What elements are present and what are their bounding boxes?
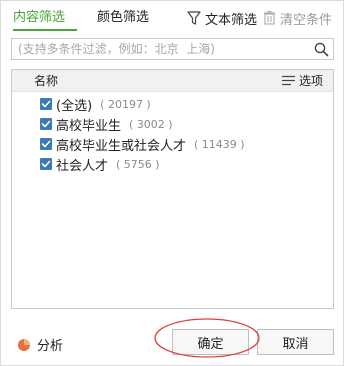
ok-button[interactable]: 确定 xyxy=(172,329,249,355)
options-label: 选项 xyxy=(298,74,323,88)
analyze-label: 分析 xyxy=(37,339,64,354)
list-item-count: ( 20197 ) xyxy=(100,97,151,111)
search-button[interactable] xyxy=(309,39,333,59)
search-box xyxy=(11,38,334,60)
list-item-label: 社会人才 xyxy=(56,158,109,174)
checkmark-icon xyxy=(41,120,51,128)
list-item[interactable]: 高校毕业生或社会人才 ( 11439 ) xyxy=(12,134,333,154)
tab-content-filter[interactable]: 内容筛选 xyxy=(13,9,77,31)
list-options-icon xyxy=(281,75,295,86)
clear-conditions-label: 清空条件 xyxy=(280,12,333,28)
list-rows: (全选) ( 20197 ) 高校毕业生 ( 3002 ) 高校毕业生或社会人才… xyxy=(12,92,333,174)
options-button[interactable]: 选项 xyxy=(281,72,323,89)
ok-button-label: 确定 xyxy=(197,336,224,352)
tab-color-filter[interactable]: 颜色筛选 xyxy=(97,9,153,31)
funnel-icon xyxy=(187,11,201,25)
analyze-button[interactable]: 分析 xyxy=(17,335,63,354)
clear-conditions-button[interactable]: 清空条件 xyxy=(263,7,332,29)
checkbox[interactable] xyxy=(40,158,52,170)
checkmark-icon xyxy=(41,100,51,108)
checkbox[interactable] xyxy=(40,138,52,150)
list-item-count: ( 3002 ) xyxy=(129,117,173,131)
search-input[interactable] xyxy=(12,39,309,59)
list-item-label: (全选) xyxy=(56,98,93,114)
cancel-button[interactable]: 取消 xyxy=(257,329,334,355)
cancel-button-label: 取消 xyxy=(282,336,309,352)
text-filter-label: 文本筛选 xyxy=(205,12,258,28)
list-item[interactable]: (全选) ( 20197 ) xyxy=(12,94,333,114)
checkbox[interactable] xyxy=(40,98,52,110)
list-item-label: 高校毕业生或社会人才 xyxy=(56,138,187,154)
list-item[interactable]: 高校毕业生 ( 3002 ) xyxy=(12,114,333,134)
column-name-label: 名称 xyxy=(34,74,59,88)
value-list: 名称 选项 (全选) ( 20197 ) 高校毕业生 (3002) 高校毕业… xyxy=(11,69,334,309)
list-item[interactable]: 社会人才 ( 5756 ) xyxy=(12,154,333,174)
list-item-count: ( 5756 ) xyxy=(116,157,160,171)
checkbox[interactable] xyxy=(40,118,52,130)
list-item-count: ( 11439 ) xyxy=(194,137,245,151)
pie-chart-icon xyxy=(18,338,30,351)
tab-content-filter-label: 内容筛选 xyxy=(13,10,66,25)
list-item-label: 高校毕业生 xyxy=(56,118,122,134)
checkmark-icon xyxy=(41,160,51,168)
list-header: 名称 选项 xyxy=(12,70,333,92)
tab-color-filter-label: 颜色筛选 xyxy=(97,10,150,25)
checkmark-icon xyxy=(41,140,51,148)
active-tab-underline xyxy=(13,29,77,31)
filter-panel: 内容筛选 颜色筛选 文本筛选 清空条件 (支持多条件过滤，例如：北京 上海) 名… xyxy=(0,0,344,366)
text-filter-button[interactable]: 文本筛选 xyxy=(187,7,257,29)
trash-icon xyxy=(264,10,275,25)
filter-toolbar: 内容筛选 颜色筛选 文本筛选 清空条件 xyxy=(1,1,343,33)
search-icon xyxy=(314,42,328,56)
